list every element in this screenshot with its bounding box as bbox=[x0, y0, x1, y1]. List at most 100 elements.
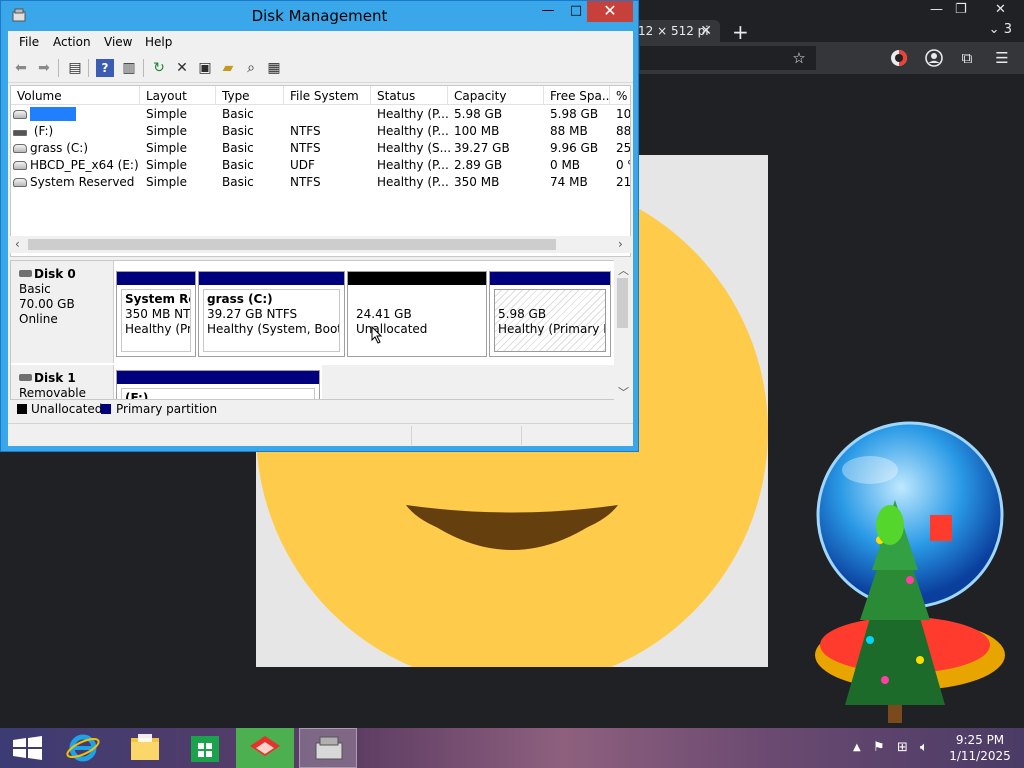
cell-capacity: 5.98 GB bbox=[454, 107, 503, 121]
menu-action[interactable]: Action bbox=[53, 35, 91, 49]
chevron-down-icon: ⌄ bbox=[988, 22, 1000, 37]
cell-file-system: NTFS bbox=[290, 124, 321, 138]
cell-capacity: 39.27 GB bbox=[454, 141, 510, 155]
star-icon[interactable]: ☆ bbox=[790, 49, 808, 67]
profile-icon[interactable] bbox=[925, 49, 943, 67]
help-icon[interactable]: ? bbox=[96, 59, 114, 77]
cell-type: Basic bbox=[222, 175, 254, 189]
clock[interactable]: 9:25 PM 1/11/2025 bbox=[940, 732, 1020, 764]
partition-body: System Rese350 MB NTFSHealthy (Prir bbox=[121, 289, 191, 352]
title-bar[interactable]: Disk Management — □ ✕ bbox=[1, 1, 638, 31]
snow-globe-gadget[interactable] bbox=[800, 420, 1010, 730]
legend-swatch-primary bbox=[101, 404, 111, 414]
cell-percent-free: 100 bbox=[616, 107, 631, 121]
partition-primary-5gb[interactable]: 5.98 GBHealthy (Primary Par bbox=[489, 271, 611, 357]
store-icon[interactable] bbox=[176, 728, 234, 768]
partition-body: 5.98 GBHealthy (Primary Par bbox=[494, 289, 606, 352]
cell-type: Basic bbox=[222, 141, 254, 155]
close-tab-icon[interactable]: ✕ bbox=[700, 23, 712, 39]
disk-management-icon[interactable] bbox=[299, 728, 357, 768]
vertical-scrollbar[interactable]: ︿ ﹀ bbox=[614, 260, 631, 400]
puzzle-icon[interactable]: ⧉ bbox=[958, 49, 976, 67]
partition-bar bbox=[490, 272, 610, 285]
properties-icon[interactable]: ▣ bbox=[196, 59, 214, 77]
windows-start-icon[interactable] bbox=[0, 728, 58, 768]
cell-file-system: NTFS bbox=[290, 141, 321, 155]
disk-icon bbox=[19, 374, 32, 381]
scroll-down-icon[interactable]: ﹀ bbox=[618, 384, 629, 400]
table-row[interactable]: HBCD_PE_x64 (E:) Simple Basic UDF Health… bbox=[11, 157, 630, 174]
column-file-system[interactable]: File System bbox=[284, 86, 371, 105]
scroll-left-icon[interactable]: ‹ bbox=[15, 237, 20, 251]
action-center-flag-icon[interactable]: ⚑ bbox=[873, 740, 885, 755]
show-hidden-icons-button[interactable]: ▲ bbox=[853, 742, 861, 753]
extension-icon[interactable] bbox=[890, 49, 908, 67]
toolbar: ⬅ ➡ ▤ ? ▥ ↻ ✕ ▣ ▰ ⌕ ▦ bbox=[8, 53, 633, 83]
partition-unallocated[interactable]: 24.41 GB Unallocated bbox=[347, 271, 487, 357]
column-capacity[interactable]: Capacity bbox=[448, 86, 544, 105]
cell-status: Healthy (S... bbox=[377, 141, 452, 155]
cell-file-system: NTFS bbox=[290, 175, 321, 189]
scrollbar-thumb[interactable] bbox=[617, 278, 628, 328]
column-free-space[interactable]: Free Spa... bbox=[544, 86, 610, 105]
partition-grass-c[interactable]: grass (C:) 39.27 GB NTFS Healthy (System, … bbox=[198, 271, 345, 357]
cell-layout: Simple bbox=[146, 175, 187, 189]
disk-kind: Basic bbox=[19, 282, 51, 296]
volume-icon[interactable]: 🔈︎ bbox=[920, 740, 928, 755]
menu-view[interactable]: View bbox=[104, 35, 132, 49]
cell-layout: Simple bbox=[146, 141, 187, 155]
cell-percent-free: 21 bbox=[616, 175, 631, 189]
column-type[interactable]: Type bbox=[216, 86, 284, 105]
mouse-cursor-icon bbox=[371, 326, 383, 344]
volume-icon bbox=[13, 144, 27, 153]
column-layout[interactable]: Layout bbox=[140, 86, 216, 105]
partition-system-reserved[interactable]: System Rese350 MB NTFSHealthy (Prir bbox=[116, 271, 196, 357]
refresh-icon[interactable]: ↻ bbox=[150, 59, 168, 77]
table-row[interactable]: System Reserved (... Simple Basic NTFS H… bbox=[11, 174, 631, 191]
delete-icon[interactable]: ✕ bbox=[173, 59, 191, 77]
close-button[interactable]: ✕ bbox=[587, 1, 633, 22]
internet-explorer-icon[interactable] bbox=[54, 728, 112, 768]
scroll-up-icon[interactable]: ︿ bbox=[618, 262, 629, 278]
volume-icon bbox=[13, 161, 27, 170]
column-status[interactable]: Status bbox=[371, 86, 448, 105]
scrollbar-thumb[interactable] bbox=[28, 239, 556, 250]
table-row[interactable]: (F:) Simple Basic NTFS Healthy (P... 100… bbox=[11, 123, 630, 140]
cell-free-space: 5.98 GB bbox=[550, 107, 599, 121]
menu-file[interactable]: File bbox=[19, 35, 39, 49]
forward-icon[interactable]: ➡ bbox=[35, 59, 53, 77]
cell-type: Basic bbox=[222, 158, 254, 172]
column-percent-free[interactable]: % F bbox=[610, 86, 630, 105]
rescan-icon[interactable]: ▦ bbox=[265, 59, 283, 77]
table-row[interactable]: grass (C:) Simple Basic NTFS Healthy (S.… bbox=[11, 140, 630, 157]
back-icon[interactable]: ⬅ bbox=[12, 59, 30, 77]
disk-1-label[interactable]: Disk 1 Removable bbox=[11, 365, 114, 400]
menu-icon[interactable]: ☰ bbox=[993, 49, 1011, 67]
horizontal-scrollbar[interactable]: ‹ › bbox=[10, 236, 631, 253]
disk-kind: Removable bbox=[19, 386, 87, 400]
new-tab-button[interactable]: + bbox=[732, 20, 749, 44]
explore-icon[interactable]: ⌕ bbox=[242, 59, 260, 77]
file-explorer-icon[interactable] bbox=[116, 728, 174, 768]
column-volume[interactable]: Volume bbox=[11, 86, 140, 105]
cell-status: Healthy (P... bbox=[377, 107, 449, 121]
table-row[interactable]: Simple Basic Healthy (P... 5.98 GB 5.98 … bbox=[11, 106, 631, 123]
tab-count[interactable]: ⌄ 3 bbox=[989, 22, 1012, 37]
partition-f[interactable]: (F:) bbox=[116, 370, 320, 399]
show-hide-action-pane-icon[interactable]: ▥ bbox=[120, 59, 138, 77]
browser-close-button[interactable]: ✕ bbox=[995, 2, 1006, 17]
browser-minimize-button[interactable]: — bbox=[930, 2, 943, 17]
cell-status: Healthy (P... bbox=[377, 124, 449, 138]
menu-help[interactable]: Help bbox=[145, 35, 172, 49]
network-icon[interactable]: ⊞ bbox=[897, 740, 908, 755]
open-icon[interactable]: ▰ bbox=[219, 59, 237, 77]
browser-tab-title: 12 × 512 pi bbox=[638, 24, 709, 38]
legend: Unallocated Primary partition bbox=[10, 400, 631, 419]
browser-restore-button[interactable]: ❐ bbox=[955, 2, 967, 17]
show-hide-console-tree-icon[interactable]: ▤ bbox=[66, 59, 84, 77]
toolbar-separator bbox=[58, 59, 59, 77]
cell-volume bbox=[13, 107, 138, 121]
scroll-right-icon[interactable]: › bbox=[618, 237, 623, 251]
app-red-icon[interactable] bbox=[236, 728, 294, 768]
disk-0-label[interactable]: Disk 0 Basic 70.00 GB Online bbox=[11, 261, 114, 363]
